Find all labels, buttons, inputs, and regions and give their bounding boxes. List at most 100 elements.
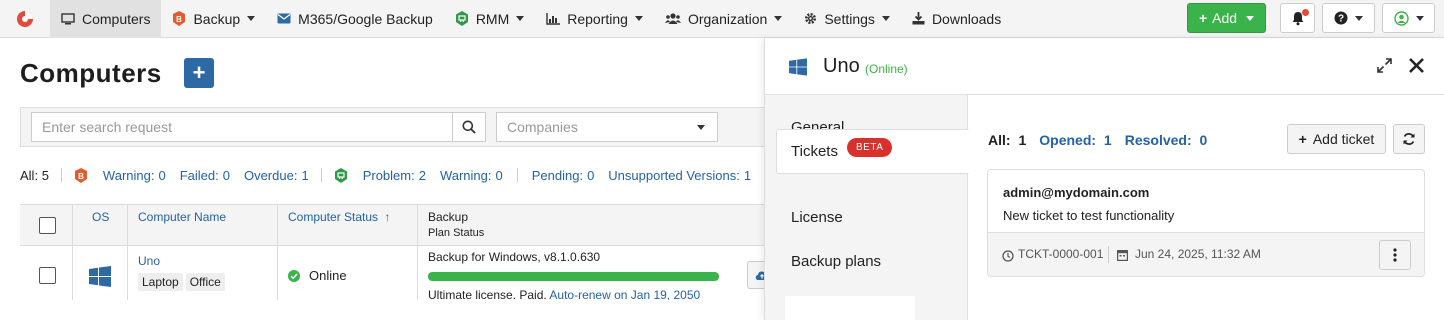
tag-list: Laptop Office (138, 273, 228, 291)
stat-unsupported[interactable]: Unsupported Versions: 1 (608, 168, 751, 183)
stat-failed[interactable]: Failed: 0 (180, 168, 230, 183)
column-computer-status[interactable]: Computer Status ↑ (288, 210, 390, 224)
license-info: Ultimate license. Paid. Auto-renew on Ja… (428, 288, 700, 300)
select-all-checkbox[interactable] (39, 217, 56, 234)
calendar-icon (1117, 248, 1129, 264)
nav-backup[interactable]: B Backup (161, 0, 266, 38)
tag-office[interactable]: Office (185, 273, 225, 291)
top-navbar: Computers B Backup M365/Google Backup RM… (0, 0, 1444, 38)
windows-icon (789, 58, 807, 79)
nav-backup-label: Backup (193, 10, 241, 27)
count-resolved-label: Resolved: (1124, 132, 1192, 148)
bar-chart-icon (546, 12, 561, 25)
column-os[interactable]: OS (92, 210, 109, 224)
separator (1108, 246, 1109, 263)
download-icon (912, 12, 925, 25)
page-title: Computers (20, 58, 162, 88)
count-opened[interactable]: Opened: 1 (1039, 132, 1111, 148)
chevron-down-icon (1415, 15, 1424, 21)
backup-version: Backup for Windows, v8.1.0.630 (428, 250, 601, 264)
nav-rmm[interactable]: RMM (444, 0, 535, 38)
count-all-label: All: (988, 132, 1011, 148)
add-computer-button[interactable]: + (184, 58, 214, 88)
rmm-icon (334, 167, 348, 183)
tab-backup-plans[interactable]: Backup plans (791, 253, 881, 270)
ticket-id: TCKT-0000-001 (1018, 247, 1104, 261)
nav-downloads[interactable]: Downloads (901, 0, 1012, 38)
nav-m365-label: M365/Google Backup (298, 10, 433, 27)
panel-computer-name: Uno (823, 55, 860, 77)
svg-text:B: B (177, 15, 183, 24)
close-icon[interactable] (1408, 57, 1425, 77)
row-checkbox[interactable] (39, 267, 56, 284)
backup-shield-icon: B (172, 11, 186, 26)
search-input[interactable] (31, 112, 453, 142)
column-divider (72, 205, 73, 300)
user-menu-button[interactable] (1382, 3, 1435, 33)
nav-computers[interactable]: Computers (50, 0, 162, 38)
logo-icon (17, 10, 33, 27)
backup-progress-fill (428, 272, 719, 281)
stat-overdue-value: 1 (301, 167, 309, 183)
help-button[interactable]: ? (1322, 3, 1375, 33)
chevron-down-icon (697, 125, 705, 130)
search-icon (462, 120, 476, 134)
nav-organization-label: Organization (687, 10, 768, 27)
auto-renew-link[interactable]: Auto-renew on Jan 19, 2050 (549, 288, 700, 300)
notifications-button[interactable] (1280, 3, 1315, 33)
avatar-icon (1393, 10, 1409, 26)
nav-organization[interactable]: Organization (654, 0, 793, 38)
sort-arrow-up-icon: ↑ (384, 210, 391, 224)
backup-shield-icon: B (74, 167, 88, 183)
tab-tickets[interactable]: Tickets BETA (776, 129, 969, 174)
refresh-button[interactable] (1393, 124, 1425, 154)
computer-status-text: Online (309, 268, 347, 283)
stat-all-label: All: (20, 167, 39, 183)
clock-icon (1002, 249, 1014, 265)
nav-computers-label: Computers (82, 10, 151, 27)
count-all-value: 1 (1018, 132, 1027, 148)
separator (60, 168, 62, 182)
gear-icon (804, 12, 817, 25)
svg-text:B: B (78, 172, 84, 181)
tab-license[interactable]: License (791, 209, 843, 226)
column-computer-name[interactable]: Computer Name (138, 210, 226, 224)
stat-all[interactable]: All: 5 (20, 168, 49, 183)
nav-downloads-label: Downloads (931, 10, 1002, 27)
nav-m365-backup[interactable]: M365/Google Backup (266, 0, 444, 38)
tab-tickets-label: Tickets (791, 143, 838, 160)
count-all[interactable]: All: 1 (988, 132, 1026, 148)
companies-select[interactable]: Companies (496, 112, 718, 142)
stat-rmm-warning[interactable]: Warning: 0 (440, 168, 503, 183)
count-resolved[interactable]: Resolved: 0 (1125, 132, 1208, 148)
stat-problem-value: 2 (418, 167, 426, 183)
stat-pending-label: Pending: (531, 167, 584, 183)
stat-problem[interactable]: Problem: 2 (363, 168, 426, 183)
add-ticket-button[interactable]: + Add ticket (1287, 124, 1386, 154)
more-vertical-icon (1393, 248, 1397, 262)
companies-placeholder: Companies (507, 119, 578, 135)
search-button[interactable] (452, 112, 486, 142)
ticket-message: New ticket to test functionality (1003, 208, 1175, 223)
count-resolved-value: 0 (1199, 132, 1208, 148)
license-text: Ultimate license. Paid. (428, 288, 547, 300)
stat-pending[interactable]: Pending: 0 (532, 168, 595, 183)
ticket-email: admin@mydomain.com (1003, 185, 1150, 200)
expand-icon[interactable] (1377, 58, 1392, 76)
column-divider (417, 205, 418, 300)
computer-name-link[interactable]: Uno (138, 254, 160, 268)
users-icon (664, 12, 681, 25)
nav-reporting[interactable]: Reporting (535, 0, 654, 38)
ticket-date: Jun 24, 2025, 11:32 AM (1135, 247, 1261, 261)
stat-warning[interactable]: Warning: 0 (103, 168, 166, 183)
tag-laptop[interactable]: Laptop (138, 273, 183, 291)
panel-online-status: (Online) (865, 62, 908, 76)
app-logo[interactable] (0, 0, 50, 38)
nav-settings[interactable]: Settings (793, 0, 901, 38)
stat-rmm-warning-label: Warning: (439, 167, 492, 183)
stat-unsupported-label: Unsupported Versions: (608, 167, 740, 183)
stat-overdue[interactable]: Overdue: 1 (244, 168, 309, 183)
ticket-card[interactable]: admin@mydomain.com New ticket to test fu… (987, 169, 1425, 277)
ticket-menu-button[interactable] (1379, 240, 1411, 270)
add-button[interactable]: + Add (1187, 3, 1266, 33)
